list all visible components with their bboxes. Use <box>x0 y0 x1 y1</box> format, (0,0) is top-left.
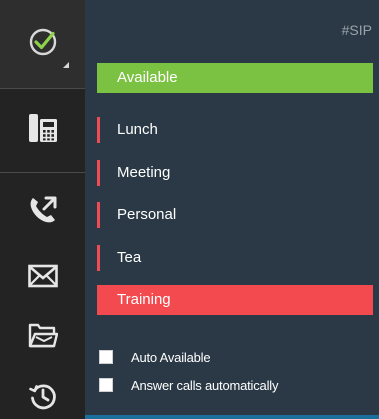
status-label: Personal <box>117 206 177 223</box>
status-button[interactable] <box>0 0 85 88</box>
status-available[interactable]: Available <box>97 63 373 93</box>
status-panel: #SIP Available Lunch Meeting Personal Te… <box>85 0 379 419</box>
call-transfer-icon <box>27 194 59 231</box>
status-label: Tea <box>117 249 142 266</box>
messages-button[interactable] <box>0 254 85 302</box>
open-folder-icon <box>28 322 58 355</box>
call-transfer-button[interactable] <box>0 188 85 236</box>
away-indicator <box>97 117 100 143</box>
away-indicator <box>97 202 100 228</box>
away-indicator <box>97 160 100 186</box>
files-button[interactable] <box>0 315 85 361</box>
status-label: Training <box>117 291 171 308</box>
away-indicator <box>97 245 100 271</box>
checkbox-label: Answer calls automatically <box>131 377 279 393</box>
status-lunch[interactable]: Lunch <box>97 115 373 145</box>
dropdown-corner-icon <box>63 62 69 68</box>
auto-available-option[interactable]: Auto Available <box>99 349 211 365</box>
answer-calls-option[interactable]: Answer calls automatically <box>99 377 278 393</box>
answer-calls-checkbox[interactable] <box>99 378 113 392</box>
auto-available-checkbox[interactable] <box>99 350 113 364</box>
status-label: Meeting <box>117 164 171 181</box>
rail-divider <box>0 172 85 173</box>
history-icon <box>28 381 58 416</box>
panel-bottom-border <box>85 415 379 419</box>
status-training[interactable]: Training <box>97 285 373 315</box>
status-meeting[interactable]: Meeting <box>97 158 373 188</box>
status-personal[interactable]: Personal <box>97 200 373 230</box>
status-label: Lunch <box>117 121 158 138</box>
status-label: Available <box>117 69 178 86</box>
sidebar <box>0 0 85 419</box>
rail-divider <box>0 88 85 89</box>
phone-system-button[interactable] <box>0 105 85 155</box>
sip-tag: #SIP <box>341 22 372 38</box>
status-tea[interactable]: Tea <box>97 243 373 273</box>
app-window: #SIP Available Lunch Meeting Personal Te… <box>0 0 379 419</box>
history-button[interactable] <box>0 378 85 419</box>
phone-system-icon <box>26 111 60 150</box>
envelope-icon <box>27 264 58 293</box>
checkbox-label: Auto Available <box>131 349 211 365</box>
check-circle-icon <box>28 27 58 62</box>
